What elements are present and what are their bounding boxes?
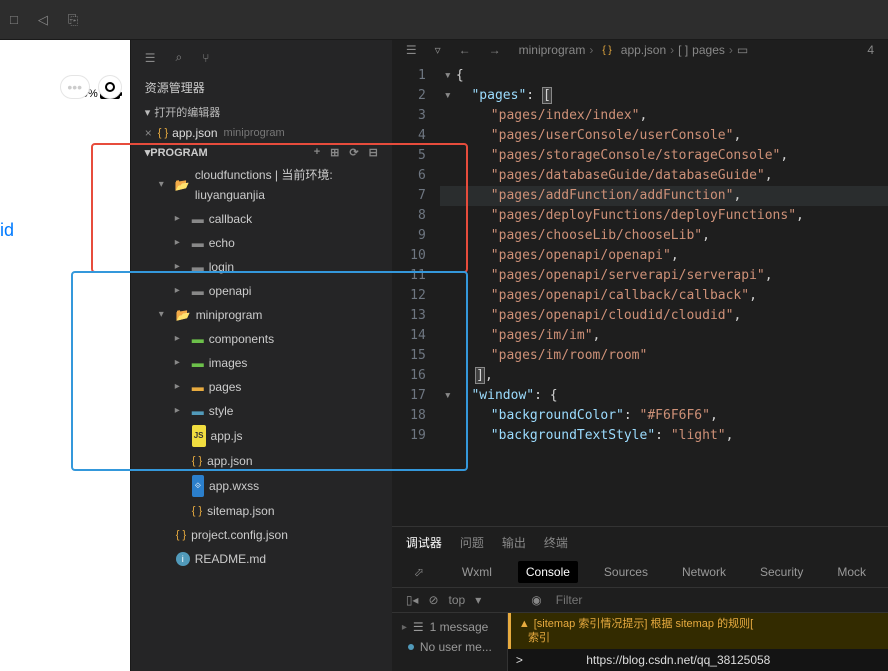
watermark-url: > https://blog.csdn.net/qq_38125058 [508, 649, 888, 671]
file-sitemap-json[interactable]: { }sitemap.json [131, 499, 392, 523]
code-editor-area: ⎘ { } app.json × ☰ ▿ ← → miniprogram › {… [392, 0, 888, 671]
file-app-js[interactable]: JSapp.js [131, 423, 392, 449]
open-editors-section[interactable]: ▾打开的编辑器 [131, 100, 392, 124]
folder-components[interactable]: ▸▬components [131, 327, 392, 351]
play-icon[interactable]: ◁ [38, 12, 48, 28]
tab-problems[interactable]: 问题 [460, 534, 484, 551]
window-icon[interactable]: ⎘ [68, 12, 78, 28]
breadcrumb-count: 4 [867, 43, 874, 57]
message-group[interactable]: ▸☰1 message [392, 617, 507, 637]
folder-images[interactable]: ▸▬images [131, 351, 392, 375]
refresh-icon[interactable]: ⟳ [349, 146, 358, 159]
folder-cloudfunctions[interactable]: ▾📂cloudfunctions | 当前环境: liuyanguanjia [131, 163, 392, 207]
tab-output[interactable]: 输出 [502, 534, 526, 551]
eye-icon[interactable]: ◉ [531, 593, 541, 607]
top-toolbar: □ ◁ ⎘ [0, 0, 888, 40]
bookmark-icon[interactable]: ▿ [435, 43, 441, 57]
breadcrumb-file[interactable]: app.json [621, 43, 666, 57]
file-app-wxss[interactable]: ⟐app.wxss [131, 473, 392, 499]
new-folder-icon[interactable]: ⊞ [330, 146, 339, 159]
phone-menu-icon[interactable]: ••• [60, 75, 90, 99]
phone-content-text: id [0, 220, 14, 241]
filter-input[interactable] [556, 593, 636, 607]
menu-icon[interactable]: ☰ [406, 43, 417, 57]
debug-panel: 调试器 问题 输出 终端 ⬀ Wxml Console Sources Netw… [392, 526, 888, 671]
file-readme[interactable]: iREADME.md [131, 547, 392, 571]
collapse-icon[interactable]: ⊟ [369, 146, 378, 159]
search-icon[interactable]: ⌕ [176, 50, 183, 65]
devtab-console[interactable]: Console [518, 561, 578, 583]
file-explorer: ☰ ⌕ ⑂ 资源管理器 ▾打开的编辑器 × { } app.json minip… [131, 40, 392, 671]
message-filter-user[interactable]: No user me... [392, 637, 507, 657]
folder-login[interactable]: ▸▬login [131, 255, 392, 279]
context-selector[interactable]: top [449, 593, 466, 607]
forward-icon[interactable]: → [489, 43, 501, 57]
new-file-icon[interactable]: + [314, 146, 320, 159]
devtab-mock[interactable]: Mock [829, 561, 874, 583]
tab-terminal[interactable]: 终端 [544, 534, 568, 551]
phone-close-icon[interactable] [98, 75, 122, 99]
phone-simulator: 99% ••• id [0, 0, 131, 671]
explorer-title: 资源管理器 [131, 75, 392, 100]
devtab-sources[interactable]: Sources [596, 561, 656, 583]
breadcrumb: ☰ ▿ ← → miniprogram › { } app.json › [ ]… [392, 38, 888, 62]
close-icon[interactable]: × [145, 126, 152, 140]
breadcrumb-root[interactable]: miniprogram [519, 43, 586, 57]
sidebar-toggle-icon[interactable]: ▯◂ [406, 593, 419, 607]
tab-debugger[interactable]: 调试器 [406, 534, 442, 551]
folder-miniprogram[interactable]: ▾📂miniprogram [131, 303, 392, 327]
devtab-network[interactable]: Network [674, 561, 734, 583]
devtab-security[interactable]: Security [752, 561, 811, 583]
branch-icon[interactable]: ⑂ [202, 51, 209, 65]
simulator-icon[interactable]: □ [10, 12, 18, 27]
open-editor-file[interactable]: × { } app.json miniprogram [131, 124, 392, 142]
folder-echo[interactable]: ▸▬echo [131, 231, 392, 255]
message-sidebar: ▸☰1 message No user me... [392, 613, 508, 671]
line-gutter: 12345678910111213141516171819 [392, 62, 440, 526]
folder-style[interactable]: ▸▬style [131, 399, 392, 423]
devtab-wxml[interactable]: Wxml [454, 561, 500, 583]
file-project-config[interactable]: { }project.config.json [131, 523, 392, 547]
folder-callback[interactable]: ▸▬callback [131, 207, 392, 231]
inspect-icon[interactable]: ⬀ [406, 561, 432, 583]
list-icon[interactable]: ☰ [145, 51, 156, 65]
console-warning: ▲[sitemap 索引情况提示] 根据 sitemap 的规则[ 索引 [508, 613, 888, 649]
breadcrumb-key[interactable]: pages [692, 43, 725, 57]
program-section[interactable]: ▾ PROGRAM + ⊞ ⟳ ⊟ [131, 142, 392, 163]
file-tree: ▾📂cloudfunctions | 当前环境: liuyanguanjia ▸… [131, 163, 392, 571]
folder-pages[interactable]: ▸▬pages [131, 375, 392, 399]
file-app-json[interactable]: { }app.json [131, 449, 392, 473]
code-editor[interactable]: 12345678910111213141516171819 ▾{▾ "pages… [392, 62, 888, 526]
back-icon[interactable]: ← [459, 43, 471, 57]
folder-openapi[interactable]: ▸▬openapi [131, 279, 392, 303]
clear-console-icon[interactable]: ⊘ [428, 593, 438, 607]
